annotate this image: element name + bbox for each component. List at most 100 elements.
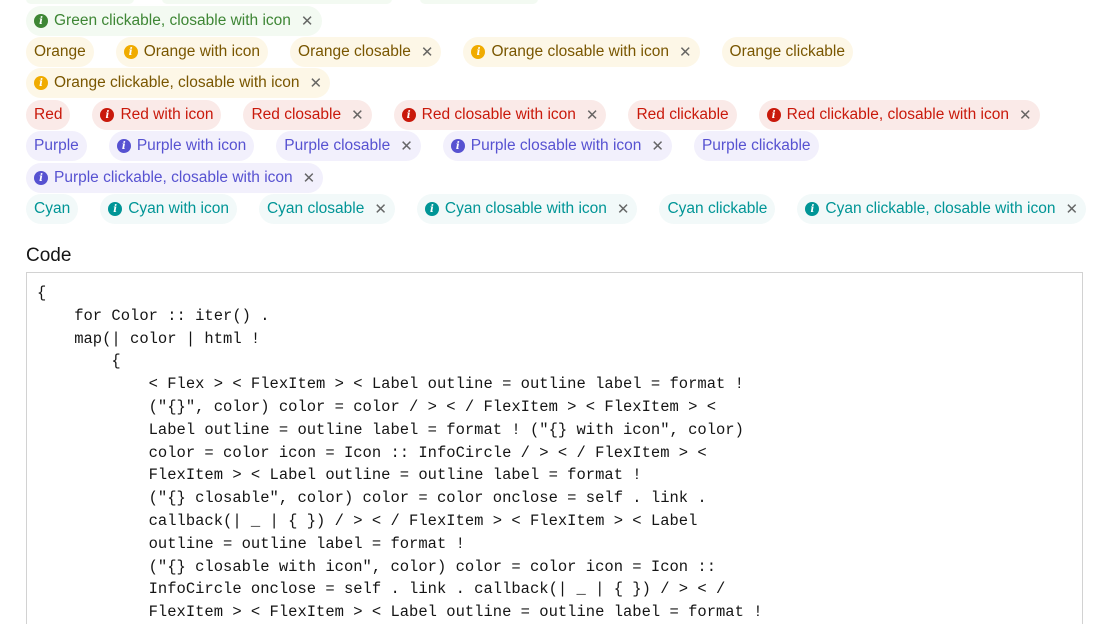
code-line: ("{}", color) color = color / > < / Flex… bbox=[37, 397, 717, 416]
label-purple-with-icon: i Purple with icon bbox=[108, 131, 255, 161]
info-circle-icon: i bbox=[401, 108, 416, 122]
info-circle-icon: i bbox=[100, 108, 115, 122]
code-line: ("{} closable", color) color = color onc… bbox=[37, 489, 707, 508]
label-purple-clickable[interactable]: Purple clickable bbox=[693, 131, 819, 161]
close-icon[interactable]: ✕ bbox=[374, 200, 387, 218]
label-red: Red bbox=[26, 100, 71, 130]
close-icon[interactable]: ✕ bbox=[1065, 200, 1078, 218]
label-cyan-closable-with-icon[interactable]: i Cyan closable with icon ✕ bbox=[416, 194, 638, 224]
code-line: map(| color | html ! bbox=[37, 329, 261, 348]
code-line: { bbox=[37, 284, 47, 302]
label-red-closable-with-icon[interactable]: i Red closable with icon ✕ bbox=[393, 100, 607, 130]
label-orange-clickable-closable-with-icon[interactable]: i Orange clickable, closable with icon ✕ bbox=[26, 68, 331, 98]
label-cyan-with-icon: i Cyan with icon bbox=[100, 194, 237, 224]
code-text: { for Color :: iter() . map(| color | ht… bbox=[27, 273, 1082, 624]
label-purple-closable[interactable]: Purple closable ✕ bbox=[276, 131, 421, 161]
page: i Green clickable, closable with icon ✕ Ora… bbox=[0, 0, 1110, 624]
label-red-with-icon: i Red with icon bbox=[92, 100, 222, 130]
label-red-clickable-closable-with-icon[interactable]: i Red clickable, closable with icon ✕ bbox=[758, 100, 1040, 130]
code-line: for Color :: iter() . bbox=[37, 306, 270, 325]
info-circle-icon: i bbox=[450, 139, 465, 153]
label-text: Orange bbox=[34, 43, 86, 60]
label-purple-closable-with-icon[interactable]: i Purple closable with icon ✕ bbox=[442, 131, 672, 161]
close-icon[interactable]: ✕ bbox=[617, 200, 630, 218]
label-row-cyan: Cyan i Cyan with icon Cyan closable ✕ i Cyan c… bbox=[26, 194, 1102, 224]
info-circle-icon: i bbox=[766, 108, 781, 122]
close-icon[interactable]: ✕ bbox=[586, 106, 599, 124]
close-icon[interactable]: ✕ bbox=[303, 169, 316, 187]
label-orange-with-icon: i Orange with icon bbox=[115, 37, 269, 67]
label-text: Purple closable bbox=[284, 137, 391, 154]
close-icon[interactable]: ✕ bbox=[651, 137, 664, 155]
close-icon[interactable]: ✕ bbox=[1019, 106, 1032, 124]
label-row-green: i Green clickable, closable with icon ✕ bbox=[26, 6, 338, 36]
label-orange-closable[interactable]: Orange closable ✕ bbox=[290, 37, 442, 67]
label-text: Red bbox=[34, 106, 63, 123]
label-text: Cyan clickable, closable with icon bbox=[825, 200, 1056, 217]
label-text: Orange closable bbox=[298, 43, 411, 60]
label-text: Cyan closable bbox=[266, 200, 365, 217]
label-text: Green clickable, closable with icon bbox=[54, 12, 291, 29]
info-circle-icon: i bbox=[108, 202, 123, 216]
label-row-purple2: i Purple clickable, closable with icon ✕ bbox=[26, 163, 339, 193]
label-text: Red clickable, closable with icon bbox=[786, 106, 1009, 123]
code-heading: Code bbox=[26, 245, 72, 266]
label-row-red: Red i Red with icon Red closable ✕ i Red closa… bbox=[26, 100, 1056, 130]
code-line: FlexItem > < FlexItem > < Label outline … bbox=[37, 603, 763, 622]
code-line: outline = outline label = format ! bbox=[37, 534, 465, 553]
code-line: { bbox=[37, 352, 121, 371]
label-text: Orange clickable, closable with icon bbox=[54, 74, 300, 91]
label-red-closable[interactable]: Red closable ✕ bbox=[243, 100, 372, 130]
label-text: Cyan clickable bbox=[667, 200, 768, 217]
info-circle-icon: i bbox=[123, 45, 138, 59]
label-row-orange2: i Orange clickable, closable with icon ✕ bbox=[26, 68, 346, 98]
code-line: color = color icon = Icon :: InfoCircle … bbox=[37, 443, 707, 462]
label-text: Orange clickable bbox=[729, 43, 845, 60]
label-text: Orange with icon bbox=[143, 43, 261, 60]
label-red-clickable[interactable]: Red clickable bbox=[628, 100, 737, 130]
close-icon[interactable]: ✕ bbox=[301, 12, 314, 30]
code-block: { for Color :: iter() . map(| color | ht… bbox=[26, 272, 1083, 624]
code-line: < Flex > < FlexItem > < Label outline = … bbox=[37, 375, 744, 394]
info-circle-icon: i bbox=[34, 14, 48, 28]
close-icon[interactable]: ✕ bbox=[679, 43, 692, 61]
label-cyan: Cyan bbox=[26, 194, 79, 224]
label-cyan-clickable[interactable]: Cyan clickable bbox=[659, 194, 776, 224]
info-circle-icon: i bbox=[116, 139, 131, 153]
label-row-purple: Purple i Purple with icon Purple closable ✕ i… bbox=[26, 131, 835, 161]
close-icon[interactable]: ✕ bbox=[310, 74, 323, 92]
label-text: Cyan bbox=[34, 200, 71, 217]
label-text: Purple closable with icon bbox=[470, 137, 642, 154]
label-text: Cyan with icon bbox=[128, 200, 229, 217]
code-line: FlexItem > < Label outline = outline lab… bbox=[37, 466, 642, 485]
label-row-orange: Orange i Orange with icon Orange closable ✕ i… bbox=[26, 37, 869, 67]
info-circle-icon: i bbox=[471, 45, 486, 59]
close-icon[interactable]: ✕ bbox=[400, 137, 413, 155]
label-text: Purple with icon bbox=[136, 137, 247, 154]
label-purple-clickable-closable-with-icon[interactable]: i Purple clickable, closable with icon ✕ bbox=[26, 163, 324, 193]
label-text: Purple clickable, closable with icon bbox=[54, 169, 293, 186]
close-icon[interactable]: ✕ bbox=[351, 106, 364, 124]
code-line: ("{} closable with icon", color) color =… bbox=[37, 557, 717, 576]
info-circle-icon: i bbox=[34, 76, 48, 90]
info-circle-icon: i bbox=[34, 171, 48, 185]
label-text: Red closable with icon bbox=[421, 106, 576, 123]
label-cyan-clickable-closable-with-icon[interactable]: i Cyan clickable, closable with icon ✕ bbox=[797, 194, 1087, 224]
label-text: Purple clickable bbox=[701, 137, 811, 154]
top-cutoff-tags bbox=[26, 0, 538, 4]
label-orange-clickable[interactable]: Orange clickable bbox=[721, 37, 853, 67]
label-text: Cyan closable with icon bbox=[444, 200, 607, 217]
code-line: Label outline = outline label = format !… bbox=[37, 420, 744, 439]
label-text: Red closable bbox=[251, 106, 342, 123]
label-text: Red with icon bbox=[120, 106, 214, 123]
info-circle-icon: i bbox=[805, 202, 820, 216]
code-line: InfoCircle onclose = self . link . callb… bbox=[37, 580, 726, 599]
label-text: Purple bbox=[34, 137, 79, 154]
label-green-clickable-closable-with-icon[interactable]: i Green clickable, closable with icon ✕ bbox=[26, 6, 322, 36]
info-circle-icon: i bbox=[424, 202, 439, 216]
label-cyan-closable[interactable]: Cyan closable ✕ bbox=[258, 194, 395, 224]
label-text: Red clickable bbox=[636, 106, 729, 123]
label-orange: Orange bbox=[26, 37, 94, 67]
label-orange-closable-with-icon[interactable]: i Orange closable with icon ✕ bbox=[463, 37, 700, 67]
close-icon[interactable]: ✕ bbox=[421, 43, 434, 61]
